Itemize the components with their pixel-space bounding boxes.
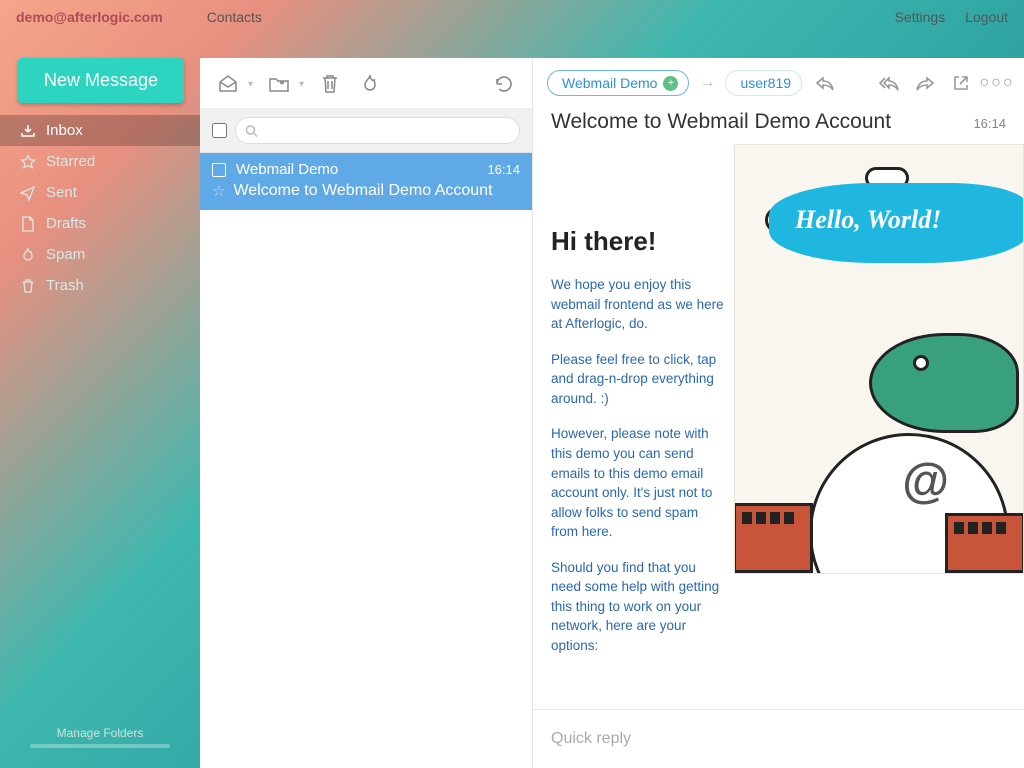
contacts-link[interactable]: Contacts bbox=[207, 9, 262, 25]
search-row bbox=[200, 109, 532, 153]
message-list-pane: ▾ ▾ bbox=[200, 58, 533, 768]
select-all-checkbox[interactable] bbox=[212, 123, 227, 138]
to-chip[interactable]: user819 bbox=[725, 70, 802, 96]
check-mail-button[interactable] bbox=[214, 70, 242, 98]
more-menu-button[interactable]: ○○○ bbox=[984, 70, 1010, 96]
inbox-download-icon bbox=[20, 123, 36, 139]
delete-button[interactable] bbox=[316, 70, 344, 98]
flame-icon bbox=[20, 247, 36, 263]
message-time: 16:14 bbox=[487, 162, 520, 177]
paper-plane-icon bbox=[20, 185, 36, 201]
add-contact-icon[interactable]: + bbox=[663, 76, 678, 91]
body-paragraph: We hope you enjoy this webmail frontend … bbox=[551, 275, 731, 334]
reply-all-button[interactable] bbox=[876, 70, 902, 96]
folder-trash[interactable]: Trash bbox=[0, 270, 200, 301]
check-mail-dropdown[interactable]: ▾ bbox=[248, 79, 253, 90]
arrow-right-icon: → bbox=[699, 74, 715, 92]
message-body: Hello, World! @ Hi there! We hope you en… bbox=[533, 144, 1024, 709]
folder-inbox[interactable]: Inbox bbox=[0, 115, 200, 146]
reading-pane: Webmail Demo + → user819 ○○○ Welcome bbox=[533, 58, 1024, 768]
folder-label: Drafts bbox=[46, 215, 86, 232]
spam-button[interactable] bbox=[356, 70, 384, 98]
body-paragraph: Should you find that you need some help … bbox=[551, 558, 731, 656]
message-checkbox[interactable] bbox=[212, 163, 226, 177]
speech-bubble: Hello, World! bbox=[769, 183, 1024, 263]
folder-spam[interactable]: Spam bbox=[0, 239, 200, 270]
account-label[interactable]: demo@afterlogic.com bbox=[16, 9, 163, 25]
logout-link[interactable]: Logout bbox=[965, 9, 1008, 25]
body-paragraph: However, please note with this demo you … bbox=[551, 424, 731, 541]
message-toolbar: Webmail Demo + → user819 ○○○ bbox=[533, 58, 1024, 108]
folder-label: Spam bbox=[46, 246, 85, 263]
move-to-dropdown[interactable]: ▾ bbox=[299, 79, 304, 90]
folder-label: Starred bbox=[46, 153, 95, 170]
storage-progress bbox=[30, 744, 170, 748]
quick-reply-input[interactable]: Quick reply bbox=[533, 709, 1024, 768]
new-message-button[interactable]: New Message bbox=[18, 58, 184, 103]
message-from: Webmail Demo bbox=[236, 161, 487, 178]
folder-label: Sent bbox=[46, 184, 77, 201]
message-time: 16:14 bbox=[973, 116, 1006, 131]
star-icon bbox=[20, 154, 36, 170]
body-paragraph: Please feel free to click, tap and drag-… bbox=[551, 350, 731, 409]
folder-list: Inbox Starred Sent Drafts bbox=[0, 115, 200, 301]
message-item[interactable]: Webmail Demo 16:14 ☆ Welcome to Webmail … bbox=[200, 153, 532, 210]
move-to-button[interactable] bbox=[265, 70, 293, 98]
folder-starred[interactable]: Starred bbox=[0, 146, 200, 177]
list-toolbar: ▾ ▾ bbox=[200, 58, 532, 109]
folder-label: Inbox bbox=[46, 122, 83, 139]
forward-button[interactable] bbox=[912, 70, 938, 96]
search-input[interactable] bbox=[235, 117, 520, 144]
star-icon[interactable]: ☆ bbox=[212, 182, 225, 200]
settings-link[interactable]: Settings bbox=[895, 9, 946, 25]
sidebar: New Message Inbox Starred Sent bbox=[0, 58, 200, 768]
manage-folders-link[interactable]: Manage Folders bbox=[0, 726, 200, 748]
document-icon bbox=[20, 216, 36, 232]
message-subject: Welcome to Webmail Demo Account bbox=[233, 182, 492, 200]
open-external-button[interactable] bbox=[948, 70, 974, 96]
refresh-button[interactable] bbox=[490, 70, 518, 98]
hello-world-illustration: Hello, World! @ bbox=[734, 144, 1024, 574]
reply-button[interactable] bbox=[812, 70, 838, 96]
trash-icon bbox=[20, 278, 36, 294]
folder-label: Trash bbox=[46, 277, 84, 294]
from-chip[interactable]: Webmail Demo + bbox=[547, 70, 689, 96]
folder-drafts[interactable]: Drafts bbox=[0, 208, 200, 239]
search-icon bbox=[245, 124, 258, 137]
folder-sent[interactable]: Sent bbox=[0, 177, 200, 208]
top-bar: demo@afterlogic.com Contacts Settings Lo… bbox=[0, 0, 1024, 34]
message-subject-heading: Welcome to Webmail Demo Account bbox=[551, 110, 973, 134]
